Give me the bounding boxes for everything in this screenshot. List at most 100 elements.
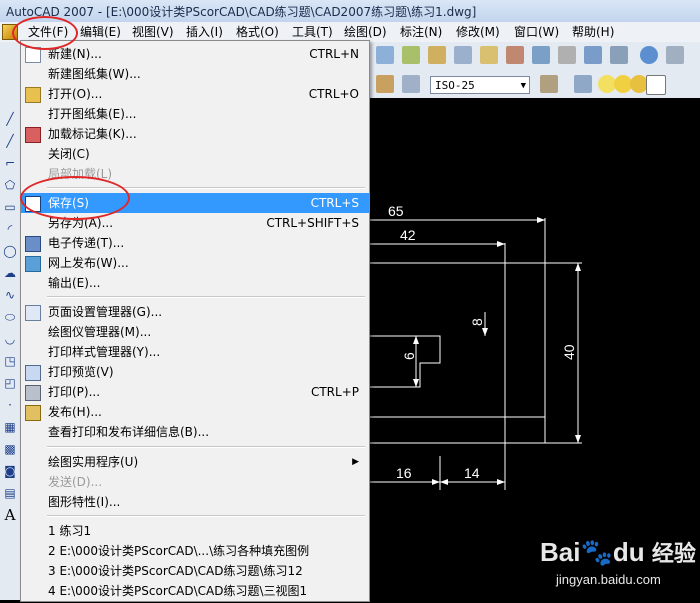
menu-separator (47, 446, 365, 448)
markup-manager-icon[interactable] (584, 46, 602, 64)
rectangle-icon[interactable]: ▭ (2, 200, 18, 214)
revcloud-icon[interactable]: ☁ (2, 266, 18, 280)
menu-item-open[interactable]: 打开(O)... CTRL+O (21, 84, 369, 104)
draw-toolbar: ╱ ╱ ⌐ ⬠ ▭ ◜ ◯ ☁ ∿ ⬭ ◡ ◳ ◰ · ▦ ▩ ◙ ▤ A (0, 98, 21, 600)
layer-color-icon[interactable] (646, 75, 666, 95)
menu-item-open-sheet-set[interactable]: 打开图纸集(E)... (21, 104, 369, 124)
spline-icon[interactable]: ∿ (2, 288, 18, 302)
menu-item-drawing-properties[interactable]: 图形特性(I)... (21, 492, 369, 512)
design-center-icon[interactable] (506, 46, 524, 64)
circle-icon[interactable]: ◯ (2, 244, 18, 258)
menu-item-plot[interactable]: 打印(P)... CTRL+P (21, 382, 369, 402)
open-folder-icon (25, 87, 41, 103)
ellipse-arc-icon[interactable]: ◡ (2, 332, 18, 346)
menu-item-new[interactable]: 新建(N)... CTRL+N (21, 44, 369, 64)
menu-item-new-sheet-set[interactable]: 新建图纸集(W)... (21, 64, 369, 84)
dim-text-8: 8 (469, 318, 485, 326)
menu-view[interactable]: 视图(V) (130, 24, 176, 40)
menu-item-plot-details[interactable]: 查看打印和发布详细信息(B)... (21, 422, 369, 442)
part-outline-right (370, 262, 546, 444)
menu-item-plotter-manager[interactable]: 绘图仪管理器(M)... (21, 322, 369, 342)
print-preview-icon (25, 365, 41, 381)
markup-icon (25, 127, 41, 143)
drawing-canvas[interactable]: 65 42 8 6 40 16 14 (370, 98, 700, 600)
gradient-icon[interactable]: ▩ (2, 442, 18, 456)
menu-item-export[interactable]: 输出(E)... (21, 273, 369, 293)
menu-item-publish-web[interactable]: 网上发布(W)... (21, 253, 369, 273)
submenu-arrow-icon: ▶ (352, 457, 359, 467)
dim-text-40: 40 (561, 344, 577, 360)
polygon-icon[interactable]: ⬠ (2, 178, 18, 192)
pan-icon[interactable] (376, 46, 394, 64)
line-icon[interactable]: ╱ (2, 112, 18, 126)
dimstyle-select[interactable]: ISO-25 ▼ (430, 76, 530, 94)
dim-text-16: 16 (396, 465, 412, 481)
menu-item-load-markup[interactable]: 加载标记集(K)... (21, 124, 369, 144)
dim-text-65: 65 (388, 203, 404, 219)
dim-style-edit-icon[interactable] (540, 75, 558, 93)
menu-window[interactable]: 窗口(W) (512, 24, 561, 40)
region-icon[interactable]: ◙ (2, 464, 18, 478)
point-icon[interactable]: · (2, 398, 18, 412)
dimstyle-value: ISO-25 (435, 79, 475, 92)
sheet-set-icon[interactable] (558, 46, 576, 64)
help-icon[interactable] (640, 46, 658, 64)
menu-item-plot-style-manager[interactable]: 打印样式管理器(Y)... (21, 342, 369, 362)
annotation-circle-save (20, 176, 130, 220)
menu-item-send[interactable]: 发送(D)... (21, 472, 369, 492)
arrow-14-right (497, 479, 505, 485)
menu-item-recent-4[interactable]: 4 E:\000设计类PScorCAD\CAD练习题\三视图1 (21, 581, 369, 601)
watermark-url: jingyan.baidu.com (556, 572, 661, 587)
menu-insert[interactable]: 插入(I) (184, 24, 225, 40)
table-icon[interactable]: ▤ (2, 486, 18, 500)
menu-modify[interactable]: 修改(M) (454, 24, 502, 40)
menu-dimension[interactable]: 标注(N) (398, 24, 444, 40)
menu-item-etransmit[interactable]: 电子传递(T)... (21, 233, 369, 253)
arc-icon[interactable]: ◜ (2, 222, 18, 236)
menu-item-page-setup[interactable]: 页面设置管理器(G)... (21, 302, 369, 322)
menu-item-drawing-utilities[interactable]: 绘图实用程序(U) ▶ (21, 452, 369, 472)
insert-block-icon[interactable]: ◳ (2, 354, 18, 368)
ellipse-icon[interactable]: ⬭ (2, 310, 18, 324)
menu-item-publish[interactable]: 发布(H)... (21, 402, 369, 422)
tool-palettes-icon[interactable] (532, 46, 550, 64)
arrow-6-top (413, 336, 419, 344)
chevron-down-icon[interactable]: ▼ (521, 77, 526, 95)
zoom-window-icon[interactable] (428, 46, 446, 64)
menu-item-close[interactable]: 关闭(C) (21, 144, 369, 164)
dim-text-6: 6 (401, 352, 417, 360)
hatch-icon[interactable]: ▦ (2, 420, 18, 434)
layers-icon[interactable] (574, 75, 592, 93)
plot-icon[interactable] (666, 46, 684, 64)
polyline-icon[interactable]: ⌐ (2, 156, 18, 170)
menu-item-recent-3[interactable]: 3 E:\000设计类PScorCAD\CAD练习题\练习12 (21, 561, 369, 581)
watermark-brand-cn: 经验 (651, 541, 696, 566)
menu-item-plot-preview[interactable]: 打印预览(V) (21, 362, 369, 382)
menu-help[interactable]: 帮助(H) (570, 24, 616, 40)
menu-item-recent-1[interactable]: 1 练习1 (21, 521, 369, 541)
menu-edit[interactable]: 编辑(E) (78, 24, 123, 40)
dim-style-manager-icon[interactable] (402, 75, 420, 93)
baidu-jingyan-watermark: Bai🐾du 经验 jingyan.baidu.com (540, 532, 700, 600)
make-block-icon[interactable]: ◰ (2, 376, 18, 390)
menu-draw[interactable]: 绘图(D) (342, 24, 389, 40)
menu-format[interactable]: 格式(O) (234, 24, 281, 40)
dim-text-14: 14 (464, 465, 480, 481)
calculator-icon[interactable] (610, 46, 628, 64)
text-style-icon[interactable] (376, 75, 394, 93)
part-step-outline (370, 335, 441, 388)
watermark-brand: Bai (540, 537, 581, 567)
etransmit-icon (25, 236, 41, 252)
zoom-realtime-icon[interactable] (402, 46, 420, 64)
zoom-previous-icon[interactable] (454, 46, 472, 64)
watermark-brand-du: du (612, 537, 645, 567)
properties-icon[interactable] (480, 46, 498, 64)
arrow-16-right (432, 479, 440, 485)
construction-line-icon[interactable]: ╱ (2, 134, 18, 148)
arrow-40-bottom (575, 435, 581, 443)
multiline-text-icon[interactable]: A (2, 508, 18, 523)
menu-tools[interactable]: 工具(T) (290, 24, 335, 40)
menu-item-recent-2[interactable]: 2 E:\000设计类PScorCAD\...\练习各种填充图例 (21, 541, 369, 561)
drawing-svg: 65 42 8 6 40 16 14 (370, 203, 582, 490)
page-setup-icon (25, 305, 41, 321)
